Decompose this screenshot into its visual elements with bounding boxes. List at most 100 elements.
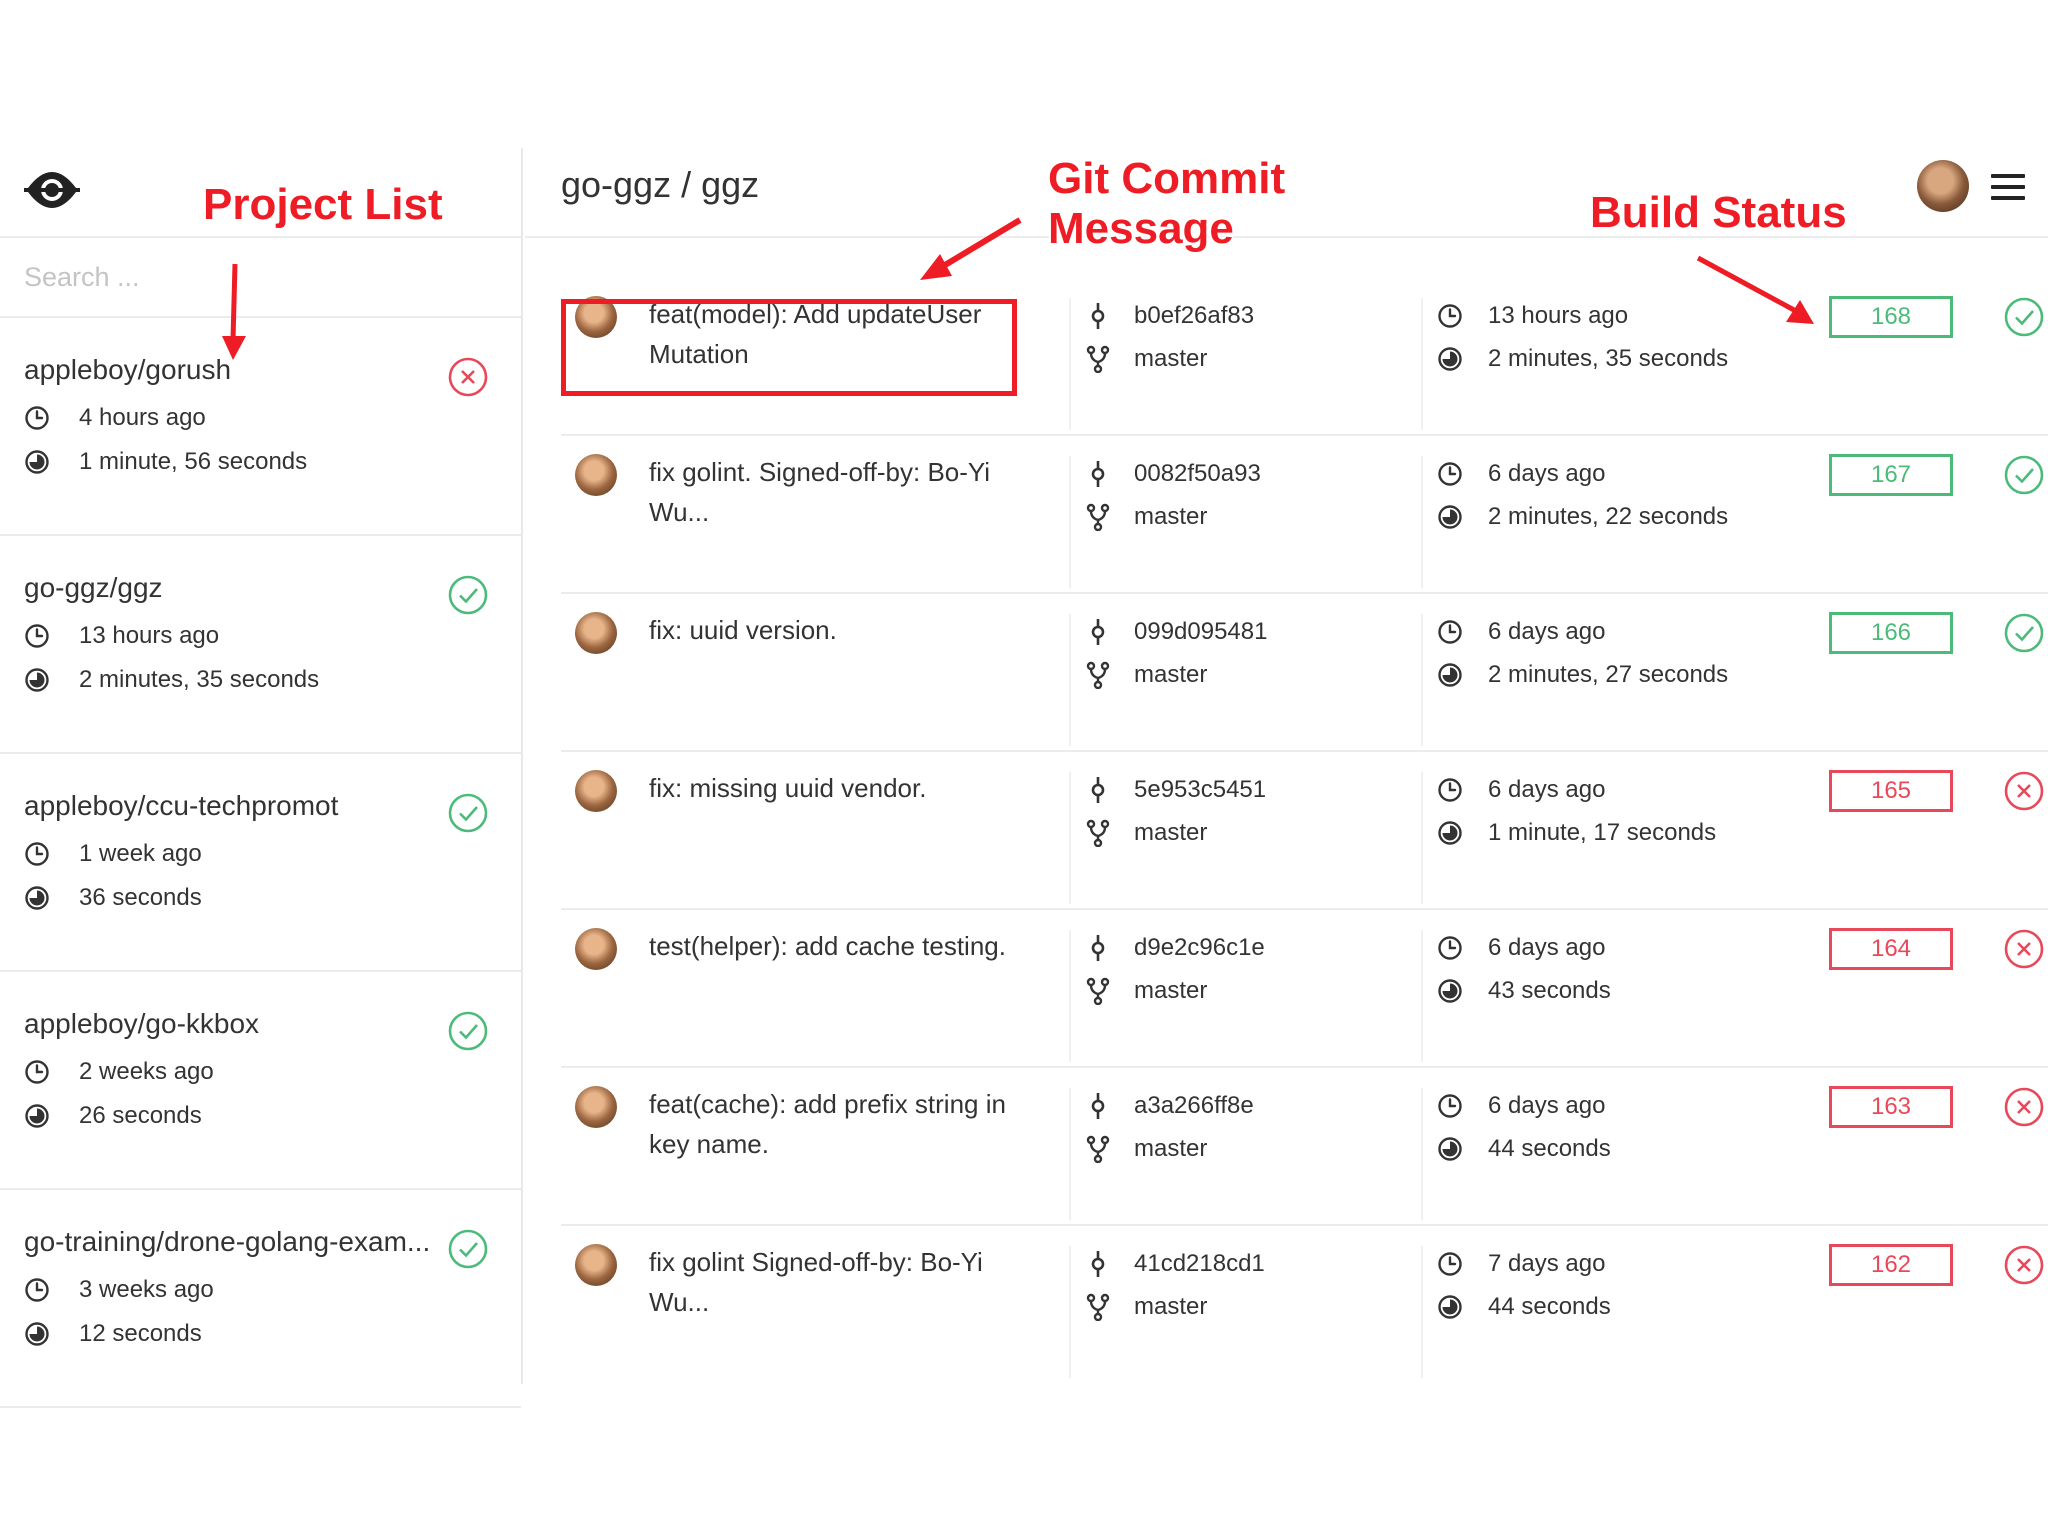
build-number-badge[interactable]: 164 bbox=[1829, 928, 1953, 970]
repo-title: go-ggz / ggz bbox=[561, 164, 760, 205]
success-status-icon bbox=[2004, 297, 2044, 337]
drone-logo-icon[interactable] bbox=[24, 162, 80, 218]
build-number-badge[interactable]: 167 bbox=[1829, 454, 1953, 496]
project-duration-row: 36 seconds bbox=[24, 884, 521, 911]
project-item[interactable]: go-ggz/ggz 13 hours ago 2 minutes, 35 seco… bbox=[0, 536, 521, 754]
build-time-row: 7 days ago bbox=[1437, 1250, 1605, 1278]
row-separator bbox=[561, 434, 2048, 436]
column-divider bbox=[1421, 1246, 1423, 1378]
commit-sha[interactable]: 0082f50a93 bbox=[1134, 460, 1261, 488]
failure-status-icon bbox=[2004, 929, 2044, 969]
commit-sha[interactable]: d9e2c96c1e bbox=[1134, 934, 1265, 962]
project-duration-row: 12 seconds bbox=[24, 1320, 521, 1347]
clock-icon bbox=[25, 406, 49, 430]
build-number-badge[interactable]: 162 bbox=[1829, 1244, 1953, 1286]
build-time: 6 days ago bbox=[1488, 1092, 1606, 1119]
build-duration-row: 2 minutes, 22 seconds bbox=[1437, 503, 1728, 531]
project-time: 3 weeks ago bbox=[79, 1276, 214, 1303]
user-avatar[interactable] bbox=[1917, 160, 1969, 212]
build-time-row: 6 days ago bbox=[1437, 618, 1605, 646]
build-time: 7 days ago bbox=[1488, 1250, 1606, 1277]
build-number-badge[interactable]: 165 bbox=[1829, 770, 1953, 812]
clock-icon bbox=[25, 842, 49, 866]
project-time-row: 2 weeks ago bbox=[24, 1058, 521, 1085]
build-number-badge[interactable]: 163 bbox=[1829, 1086, 1953, 1128]
build-duration: 2 minutes, 27 seconds bbox=[1488, 661, 1729, 688]
project-time-row: 13 hours ago bbox=[24, 622, 521, 649]
column-divider bbox=[1421, 456, 1423, 588]
project-duration-row: 26 seconds bbox=[24, 1102, 521, 1129]
project-time: 13 hours ago bbox=[79, 622, 220, 649]
column-divider bbox=[1069, 298, 1071, 430]
commit-sha[interactable]: b0ef26af83 bbox=[1134, 302, 1254, 330]
row-separator bbox=[561, 592, 2048, 594]
build-row[interactable]: fix: uuid version. 099d095481 master 6 days… bbox=[561, 600, 2048, 758]
commit-message: fix golint Signed-off-by: Bo-Yi Wu... bbox=[649, 1247, 983, 1317]
build-time: 13 hours ago bbox=[1488, 302, 1629, 329]
column-divider bbox=[1069, 930, 1071, 1062]
project-duration: 36 seconds bbox=[79, 884, 202, 911]
column-divider bbox=[1069, 772, 1071, 904]
build-row[interactable]: fix golint Signed-off-by: Bo-Yi Wu... 41c… bbox=[561, 1232, 2048, 1390]
column-divider bbox=[1421, 614, 1423, 746]
commit-icon bbox=[1091, 935, 1105, 961]
clock-icon bbox=[25, 1060, 49, 1084]
author-avatar bbox=[575, 612, 617, 654]
success-status-icon bbox=[2004, 613, 2044, 653]
clock-icon bbox=[25, 624, 49, 648]
project-item[interactable]: go-training/drone-golang-exam... 3 weeks … bbox=[0, 1190, 521, 1408]
build-row[interactable]: test(helper): add cache testing. d9e2c96c… bbox=[561, 916, 2048, 1074]
clock-icon bbox=[1438, 1094, 1462, 1118]
commit-icon bbox=[1091, 303, 1105, 329]
build-time: 6 days ago bbox=[1488, 776, 1606, 803]
success-status-icon bbox=[448, 1229, 488, 1269]
commit-sha[interactable]: 099d095481 bbox=[1134, 618, 1267, 646]
commit-sha-row: 099d095481 bbox=[1085, 618, 1267, 646]
commit-message: test(helper): add cache testing. bbox=[649, 931, 1006, 961]
branch-row: master bbox=[1085, 977, 1207, 1005]
build-time: 6 days ago bbox=[1488, 460, 1606, 487]
commit-message: feat(cache): add prefix string in key na… bbox=[649, 1089, 1006, 1159]
annotation-commit-message-line2: Message bbox=[1048, 204, 1234, 253]
timer-icon bbox=[1438, 1295, 1462, 1319]
clock-icon bbox=[1438, 620, 1462, 644]
timer-icon bbox=[1438, 821, 1462, 845]
project-list: appleboy/gorush 4 hours ago 1 minute, 56 s… bbox=[0, 318, 521, 1408]
timer-icon bbox=[25, 886, 49, 910]
build-number-badge[interactable]: 166 bbox=[1829, 612, 1953, 654]
column-divider bbox=[1069, 456, 1071, 588]
project-duration: 26 seconds bbox=[79, 1102, 202, 1129]
branch-icon bbox=[1086, 1135, 1110, 1163]
clock-icon bbox=[25, 1278, 49, 1302]
column-divider bbox=[1421, 772, 1423, 904]
annotation-project-list: Project List bbox=[203, 180, 443, 229]
branch-icon bbox=[1086, 1293, 1110, 1321]
build-time-row: 6 days ago bbox=[1437, 776, 1605, 804]
failure-status-icon bbox=[448, 357, 488, 397]
commit-sha[interactable]: 41cd218cd1 bbox=[1134, 1250, 1265, 1278]
build-duration: 44 seconds bbox=[1488, 1135, 1611, 1162]
column-divider bbox=[1421, 930, 1423, 1062]
build-number-badge[interactable]: 168 bbox=[1829, 296, 1953, 338]
build-row[interactable]: fix golint. Signed-off-by: Bo-Yi Wu... 00… bbox=[561, 442, 2048, 600]
build-duration: 2 minutes, 35 seconds bbox=[1488, 345, 1729, 372]
row-separator bbox=[561, 908, 2048, 910]
hamburger-menu-icon[interactable] bbox=[1991, 174, 2025, 200]
commit-sha[interactable]: a3a266ff8e bbox=[1134, 1092, 1254, 1120]
commit-sha[interactable]: 5e953c5451 bbox=[1134, 776, 1266, 804]
commit-icon bbox=[1091, 1251, 1105, 1277]
branch-row: master bbox=[1085, 1293, 1207, 1321]
project-item[interactable]: appleboy/ccu-techpromot 1 week ago 36 seco… bbox=[0, 754, 521, 972]
project-item[interactable]: appleboy/go-kkbox 2 weeks ago 26 seconds bbox=[0, 972, 521, 1190]
build-duration-row: 43 seconds bbox=[1437, 977, 1611, 1005]
build-duration: 2 minutes, 22 seconds bbox=[1488, 503, 1729, 530]
build-row[interactable]: fix: missing uuid vendor. 5e953c5451 maste… bbox=[561, 758, 2048, 916]
failure-status-icon bbox=[2004, 771, 2044, 811]
project-item[interactable]: appleboy/gorush 4 hours ago 1 minute, 56 s… bbox=[0, 318, 521, 536]
search-input[interactable] bbox=[24, 261, 424, 293]
success-status-icon bbox=[2004, 455, 2044, 495]
timer-icon bbox=[1438, 979, 1462, 1003]
build-row[interactable]: feat(cache): add prefix string in key na… bbox=[561, 1074, 2048, 1232]
branch-row: master bbox=[1085, 503, 1207, 531]
build-duration: 44 seconds bbox=[1488, 1293, 1611, 1320]
